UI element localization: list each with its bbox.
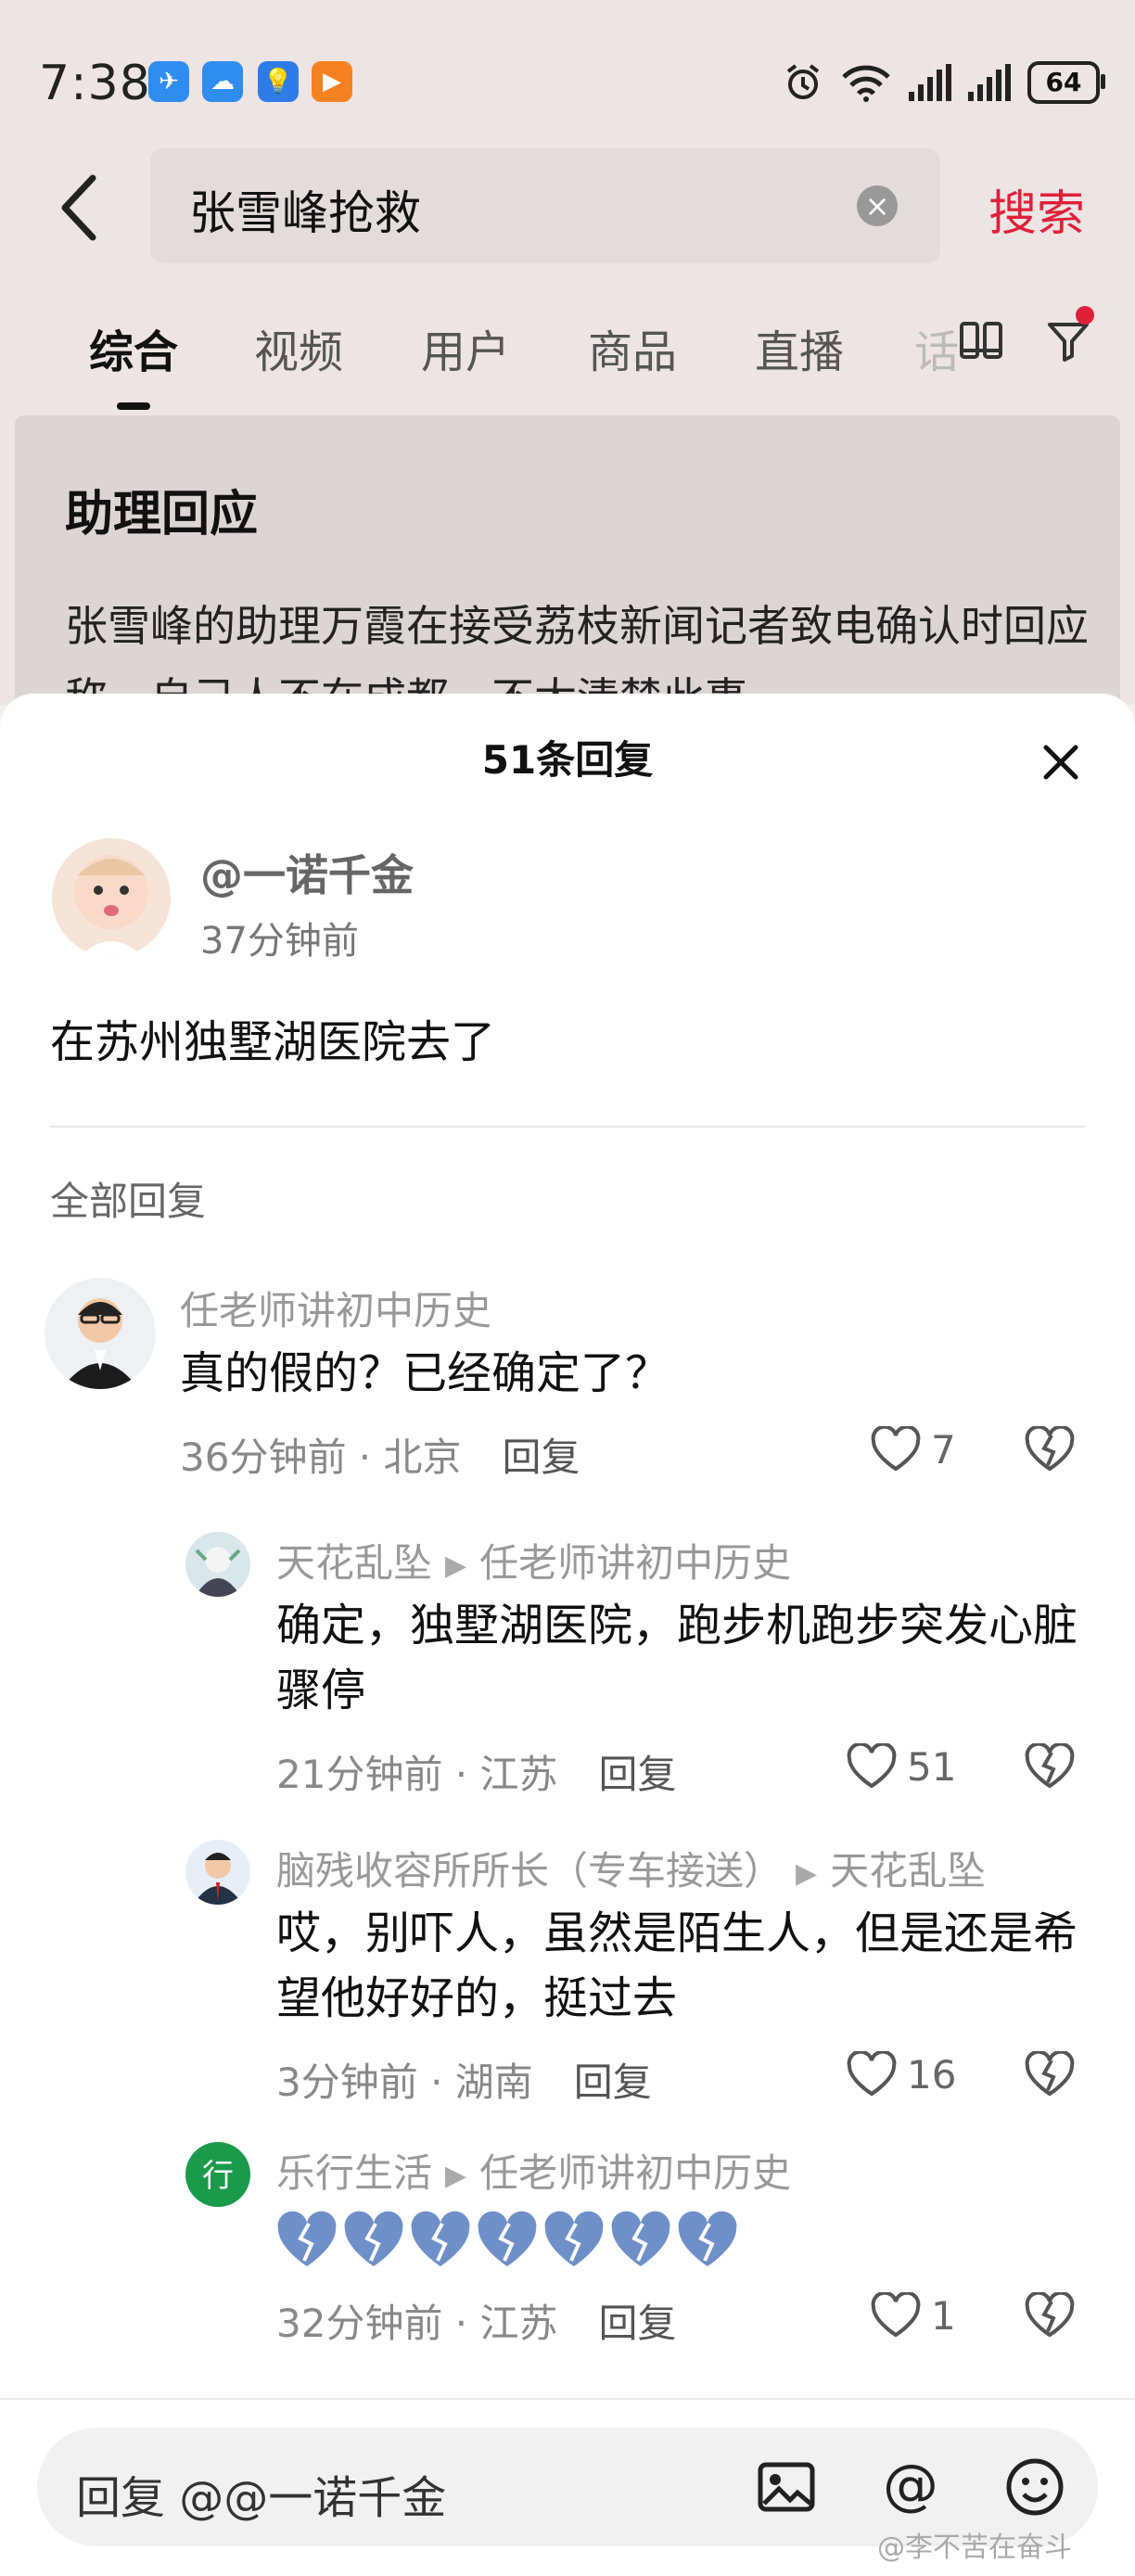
active-tab-indicator	[117, 402, 150, 410]
comment-author[interactable]: 乐行生活 ▶ 任老师讲初中历史	[276, 2142, 791, 2199]
op-time: 37分钟前	[200, 920, 359, 963]
ai-summary-card: 助理回应 张雪峰的助理万霞在接受荔枝新闻记者致电确认时回应称，自己人不在成都，不…	[15, 415, 1120, 731]
reply-button[interactable]: 回复	[503, 1435, 580, 1480]
search-query: 张雪峰抢救	[189, 186, 421, 240]
like-count: 7	[931, 1426, 956, 1473]
weather-icon: ☁	[202, 61, 243, 102]
comment-author[interactable]: 天花乱坠 ▶ 任老师讲初中历史	[276, 1532, 791, 1588]
comment-meta: 36分钟前 · 北京 回复	[180, 1435, 580, 1480]
card-title: 助理回应	[65, 487, 259, 542]
close-icon[interactable]	[1040, 742, 1081, 783]
tab-live[interactable]: 直播	[755, 315, 844, 380]
comment-avatar[interactable]	[185, 1840, 250, 1905]
bulb-app-icon: 💡	[258, 61, 299, 102]
alarm-icon	[786, 64, 820, 99]
broken-heart-icon	[277, 2211, 337, 2266]
comment-meta: 21分钟前 · 江苏 回复	[276, 1752, 677, 1797]
dislike-icon[interactable]	[1024, 2292, 1076, 2339]
all-replies-label: 全部回复	[50, 1179, 207, 1224]
heart-outline-icon	[847, 2051, 897, 2097]
comment-text: 真的假的？已经确定了？	[180, 1347, 670, 1399]
like-count: 51	[907, 1743, 957, 1790]
app-blue-icon: ✈	[148, 61, 189, 102]
broken-heart-icon	[678, 2211, 737, 2266]
search-row: 张雪峰抢救 × 搜索	[0, 148, 1135, 263]
tab-users[interactable]: 用户	[421, 315, 510, 380]
comment-meta: 3分钟前 · 湖南 回复	[276, 2060, 652, 2105]
mention-icon[interactable]: @	[877, 2454, 944, 2520]
battery-indicator: 64	[1027, 61, 1105, 104]
svg-text:行: 行	[202, 2158, 234, 2195]
reply-button[interactable]: 回复	[574, 2060, 652, 2105]
emoji-icon[interactable]	[1001, 2454, 1068, 2520]
tab-overflow[interactable]: 话	[914, 315, 959, 380]
like-count: 16	[907, 2051, 957, 2098]
comment-text: 哎，别吓人，虽然是陌生人，但是还是希望他好好的，挺过去	[276, 1907, 1078, 2024]
sheet-title: 51条回复	[481, 737, 654, 783]
svg-text:@: @	[883, 2454, 938, 2518]
wifi-icon	[842, 65, 890, 102]
reply-button[interactable]: 回复	[599, 1752, 677, 1797]
divider	[50, 1126, 1085, 1128]
comment-meta: 32分钟前 · 江苏 回复	[276, 2301, 677, 2346]
broken-hearts-emoji-row	[274, 2211, 740, 2270]
reply-button[interactable]: 回复	[599, 2301, 677, 2346]
comment-avatar[interactable]	[185, 1532, 250, 1597]
comment-author[interactable]: 脑残收容所所长（专车接送） ▶ 天花乱坠	[276, 1840, 986, 1896]
op-comment-text: 在苏州独墅湖医院去了	[50, 1016, 496, 1068]
comment-author[interactable]: 任老师讲初中历史	[180, 1280, 491, 1336]
reply-input[interactable]: 回复 @@一诺千金	[76, 2461, 446, 2526]
tab-video[interactable]: 视频	[254, 315, 343, 380]
op-author[interactable]: @一诺千金	[200, 842, 414, 903]
reply-target: 任老师讲初中历史	[479, 1540, 792, 1586]
search-button[interactable]: 搜索	[988, 174, 1085, 244]
search-input[interactable]: 张雪峰抢救 ×	[150, 148, 940, 263]
orange-play-app-icon: ▶	[312, 61, 352, 102]
status-bar: 7:38 ✈ ☁ 💡 ▶ 64	[0, 37, 1135, 139]
like-button[interactable]: 16	[846, 2051, 956, 2098]
clear-icon[interactable]: ×	[857, 185, 898, 226]
dislike-icon[interactable]	[1024, 1743, 1076, 1790]
back-arrow-icon[interactable]	[52, 171, 108, 245]
broken-heart-icon	[611, 2211, 670, 2266]
comment-avatar[interactable]	[45, 1278, 156, 1389]
comment-text: 确定，独墅湖医院，跑步机跑步突发心脏骤停	[276, 1600, 1078, 1716]
like-count: 1	[931, 2292, 956, 2339]
signal-icon-1	[909, 64, 951, 101]
watermark: @李不苦在奋斗	[877, 2531, 1072, 2564]
comment-avatar[interactable]: 行	[185, 2142, 250, 2207]
heart-outline-icon	[871, 1426, 921, 1472]
like-button[interactable]: 1	[870, 2292, 956, 2339]
heart-outline-icon	[871, 2292, 921, 2338]
like-button[interactable]: 7	[870, 1426, 956, 1473]
status-time: 7:38	[39, 56, 151, 111]
dual-column-icon[interactable]	[959, 321, 1003, 362]
filter-icon[interactable]	[1046, 319, 1090, 363]
broken-heart-icon	[411, 2211, 470, 2266]
image-icon[interactable]	[753, 2454, 820, 2520]
signal-icon-2	[968, 64, 1011, 101]
dislike-icon[interactable]	[1024, 1426, 1076, 1473]
result-tabs: 综合 视频 用户 商品 直播 话	[0, 306, 1135, 410]
reply-target: 任老师讲初中历史	[479, 2150, 792, 2196]
op-avatar[interactable]	[52, 838, 171, 957]
reply-target: 天花乱坠	[830, 1848, 987, 1894]
broken-heart-icon	[344, 2211, 403, 2266]
tab-goods[interactable]: 商品	[588, 315, 677, 380]
filter-badge-dot	[1076, 306, 1094, 325]
reply-sheet: 51条回复 @一诺千金 37分钟前 在苏州独墅湖医院去了 全部回复 任老师讲初中…	[0, 694, 1135, 2574]
heart-outline-icon	[847, 1743, 897, 1789]
broken-heart-icon	[478, 2211, 537, 2266]
like-button[interactable]: 51	[846, 1743, 956, 1790]
dislike-icon[interactable]	[1024, 2051, 1076, 2098]
broken-heart-icon	[544, 2211, 604, 2266]
tab-all[interactable]: 综合	[89, 315, 178, 380]
